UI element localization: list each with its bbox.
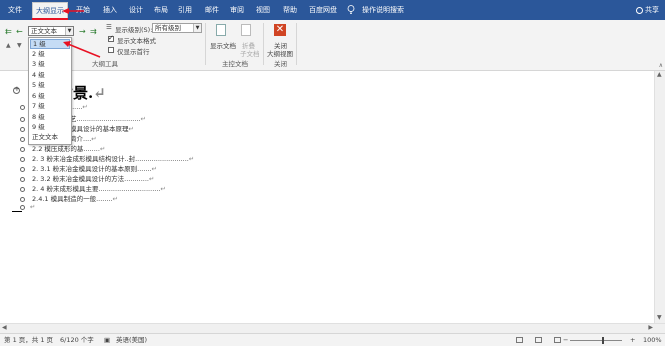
outline-bullet-icon[interactable] (20, 204, 25, 210)
move-up-icon[interactable]: ▲ (6, 42, 11, 50)
ribbon-divider (296, 23, 297, 65)
page-count[interactable]: 第 1 页，共 1 页 (4, 334, 53, 346)
outline-tools-group-label: 大纲工具 (92, 60, 118, 68)
outline-level-value: 正文文本 (31, 27, 57, 35)
tab-help[interactable]: 帮助 (283, 0, 297, 20)
tab-file[interactable]: 文件 (8, 0, 22, 20)
outline-view-label[interactable]: 大纲视图 (267, 48, 293, 58)
dropdown-item-level-6[interactable]: 6 级 (30, 91, 72, 101)
dropdown-item-level-8[interactable]: 8 级 (30, 112, 72, 122)
outline-bullet-icon[interactable] (20, 176, 25, 182)
outline-row[interactable]: 2. 4 粉末成形模具主要...........................… (20, 183, 166, 193)
outline-bullet-icon[interactable] (20, 126, 25, 132)
chevron-down-icon[interactable]: ▼ (193, 24, 201, 32)
lightbulb-icon (347, 5, 355, 14)
vertical-scrollbar[interactable]: ▲ ▼ (654, 71, 665, 323)
show-first-line-label: 仅显示首行 (117, 48, 150, 56)
text-cursor (12, 211, 22, 212)
zoom-in-icon[interactable]: + (630, 334, 635, 346)
dropdown-item-level-9[interactable]: 9 级 (30, 122, 72, 132)
outline-row[interactable]: 2. 3 粉末冶金成形模具结构设计..封....................… (20, 153, 194, 163)
zoom-slider-thumb[interactable] (602, 337, 604, 344)
chevron-down-icon[interactable]: ▼ (65, 27, 73, 35)
tab-review[interactable]: 审阅 (230, 0, 244, 20)
show-first-line-checkbox[interactable] (108, 47, 114, 53)
outline-row[interactable]: 2. 3.2 粉末冶金模具设计的方法............↵ (20, 173, 154, 183)
scroll-right-icon[interactable]: ▶ (648, 324, 653, 331)
scroll-up-icon[interactable]: ▲ (657, 71, 662, 78)
zoom-level[interactable]: 100% (643, 334, 662, 346)
zoom-out-icon[interactable]: − (563, 334, 568, 346)
outline-bullet-icon[interactable] (20, 104, 25, 110)
show-document-button[interactable]: 显示文档 (210, 40, 236, 50)
outline-bullet-icon[interactable] (20, 196, 25, 202)
dropdown-item-level-7[interactable]: 7 级 (30, 101, 72, 111)
outline-bullet-icon[interactable] (20, 116, 25, 122)
read-mode-icon[interactable] (516, 337, 523, 343)
tab-references[interactable]: 引用 (178, 0, 192, 20)
close-outline-view-icon[interactable]: ✕ (274, 24, 286, 36)
outline-row[interactable]: 2. 3.1 粉末冶金模具设计的基本原则.......↵ (20, 163, 157, 173)
status-bar: 第 1 页，共 1 页 6/120 个字 ▣ 英语(美国) − + 100% (0, 333, 665, 346)
show-text-format-label: 显示文本格式 (117, 37, 156, 45)
dropdown-item-level-2[interactable]: 2 级 (30, 49, 72, 59)
dropdown-item-level-5[interactable]: 5 级 (30, 80, 72, 90)
language-indicator[interactable]: 英语(美国) (116, 334, 147, 346)
person-icon (636, 6, 643, 14)
tell-me-search[interactable]: 操作说明搜索 (362, 0, 404, 20)
share-button[interactable]: 共享 (636, 0, 659, 20)
tab-mailings[interactable]: 邮件 (205, 0, 219, 20)
zoom-slider[interactable] (570, 340, 622, 341)
show-level-value: 所有级别 (155, 24, 181, 32)
scroll-down-icon[interactable]: ▼ (657, 314, 662, 321)
show-text-format-checkbox[interactable] (108, 34, 114, 42)
close-group-label: 关闭 (274, 60, 287, 68)
master-document-group-label: 主控文档 (222, 60, 248, 68)
outline-level-dropdown: 1 级 2 级 3 级 4 级 5 级 6 级 7 级 8 级 9 级 正文文本 (28, 37, 72, 145)
ribbon-tab-bar: 文件 大纲显示 开始 插入 设计 布局 引用 邮件 审阅 视图 帮助 百度网盘 … (0, 0, 665, 20)
promote-to-heading1-icon[interactable]: ⇇ (5, 28, 12, 36)
collapse-subdocument-icon[interactable] (241, 24, 251, 36)
tab-view[interactable]: 视图 (256, 0, 270, 20)
tab-home[interactable]: 开始 (76, 0, 90, 20)
demote-to-body-icon[interactable]: ⇉ (90, 28, 97, 36)
outline-bullet-icon[interactable] (20, 166, 25, 172)
tab-baidu-netdisk[interactable]: 百度网盘 (309, 0, 337, 20)
dropdown-item-level-3[interactable]: 3 级 (30, 59, 72, 69)
outline-row-empty[interactable]: ↵ (20, 203, 35, 213)
dropdown-item-level-4[interactable]: 4 级 (30, 70, 72, 80)
ribbon-divider (205, 23, 206, 65)
show-level-icon: ☰ (106, 23, 112, 31)
outline-level-select[interactable]: 正文文本 ▼ (28, 26, 74, 36)
demote-icon[interactable]: → (79, 28, 86, 36)
show-level-select[interactable]: 所有级别 ▼ (152, 23, 202, 33)
outline-bullet-icon[interactable] (20, 186, 25, 192)
outline-bullet-icon[interactable] (20, 136, 25, 142)
outline-row[interactable]: 2.4.1 模具制造的一般........↵ (20, 193, 118, 203)
tab-layout[interactable]: 布局 (154, 0, 168, 20)
proofing-icon[interactable]: ▣ (104, 334, 110, 346)
outline-ribbon: ⇇ ← 正文文本 ▼ → ⇉ ▲ ▼ ☰ 显示级别(S): 所有级别 ▼ 显示文… (0, 20, 665, 71)
promote-icon[interactable]: ← (16, 28, 23, 36)
show-level-label: 显示级别(S): (115, 26, 153, 34)
tab-design[interactable]: 设计 (129, 0, 143, 20)
outline-bullet-expand-icon[interactable] (13, 85, 20, 94)
outline-bullet-icon[interactable] (20, 146, 25, 152)
subdocument-label: 子文档 (240, 50, 260, 58)
outline-bullet-icon[interactable] (20, 156, 25, 162)
dropdown-item-body-text[interactable]: 正文文本 (30, 132, 72, 142)
scroll-left-icon[interactable]: ◀ (2, 324, 7, 331)
print-layout-icon[interactable] (535, 337, 542, 343)
web-layout-icon[interactable] (554, 337, 561, 343)
share-label: 共享 (645, 6, 659, 14)
word-count[interactable]: 6/120 个字 (60, 334, 94, 346)
tab-insert[interactable]: 插入 (103, 0, 117, 20)
ribbon-divider (263, 23, 264, 65)
move-down-icon[interactable]: ▼ (17, 42, 22, 50)
dropdown-item-level-1[interactable]: 1 级 (30, 39, 70, 49)
collapse-ribbon-icon[interactable]: ∧ (659, 62, 663, 69)
show-document-icon[interactable] (216, 24, 226, 36)
horizontal-scrollbar[interactable]: ◀ ▶ (0, 323, 665, 333)
